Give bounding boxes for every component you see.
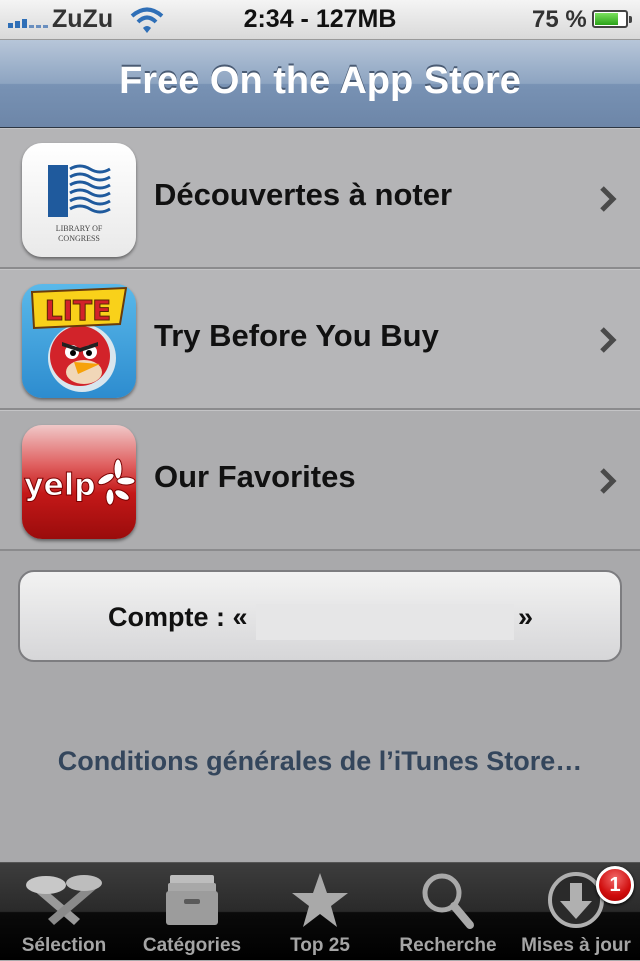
list-item-label: Découvertes à noter xyxy=(154,177,453,212)
list-item-try-before-you-buy[interactable]: LITE Try Before You Buy xyxy=(0,269,640,410)
account-id-redacted xyxy=(256,604,514,640)
search-icon xyxy=(422,873,474,929)
account-closing-quote: » xyxy=(518,602,534,632)
terms-link[interactable]: Conditions générales de l’iTunes Store… xyxy=(0,746,640,777)
list-item-label: Try Before You Buy xyxy=(154,318,439,353)
svg-text:CONGRESS: CONGRESS xyxy=(58,234,100,243)
star-icon xyxy=(292,873,348,927)
tab-categories[interactable]: Catégories xyxy=(128,863,256,961)
battery-icon xyxy=(592,10,632,28)
account-button[interactable]: Compte : « » xyxy=(18,570,622,662)
chevron-right-icon xyxy=(600,186,617,212)
tab-label: Recherche xyxy=(399,935,497,956)
tab-label: Sélection xyxy=(21,935,107,956)
tab-label: Top 25 xyxy=(290,935,350,956)
angry-birds-lite-icon: LITE xyxy=(22,284,136,398)
yelp-icon: yelp xyxy=(22,425,136,539)
chevron-right-icon xyxy=(600,468,617,494)
chevron-right-icon xyxy=(600,327,617,353)
list-item-label: Our Favorites xyxy=(154,459,356,494)
tab-label: Mises à jour xyxy=(521,935,631,956)
navigation-bar: Free On the App Store xyxy=(0,40,640,128)
page-title: Free On the App Store xyxy=(119,60,521,102)
tab-selection[interactable]: Sélection xyxy=(0,863,128,961)
tab-label: Catégories xyxy=(142,935,242,956)
svg-text:LITE: LITE xyxy=(45,294,112,327)
status-bar: ZuZu 2:34 - 127MB 75 % xyxy=(0,0,640,40)
updates-badge: 1 xyxy=(596,866,634,904)
account-label: Compte : « xyxy=(108,602,248,632)
svg-text:LIBRARY OF: LIBRARY OF xyxy=(56,224,103,233)
library-of-congress-icon: LIBRARY OF CONGRESS xyxy=(22,143,136,257)
battery-percent: 75 % xyxy=(532,6,587,33)
featured-icon xyxy=(26,875,102,925)
tab-bar: Sélection Catégories Top 25 Recherche Mi… xyxy=(0,862,640,960)
categories-icon xyxy=(166,875,218,925)
list-item-decouvertes[interactable]: LIBRARY OF CONGRESS Découvertes à noter xyxy=(0,128,640,269)
tab-recherche[interactable]: Recherche xyxy=(384,863,512,961)
svg-text:yelp: yelp xyxy=(24,468,96,503)
tab-top-25[interactable]: Top 25 xyxy=(256,863,384,961)
list-item-our-favorites[interactable]: yelp Our Favorites xyxy=(0,410,640,551)
